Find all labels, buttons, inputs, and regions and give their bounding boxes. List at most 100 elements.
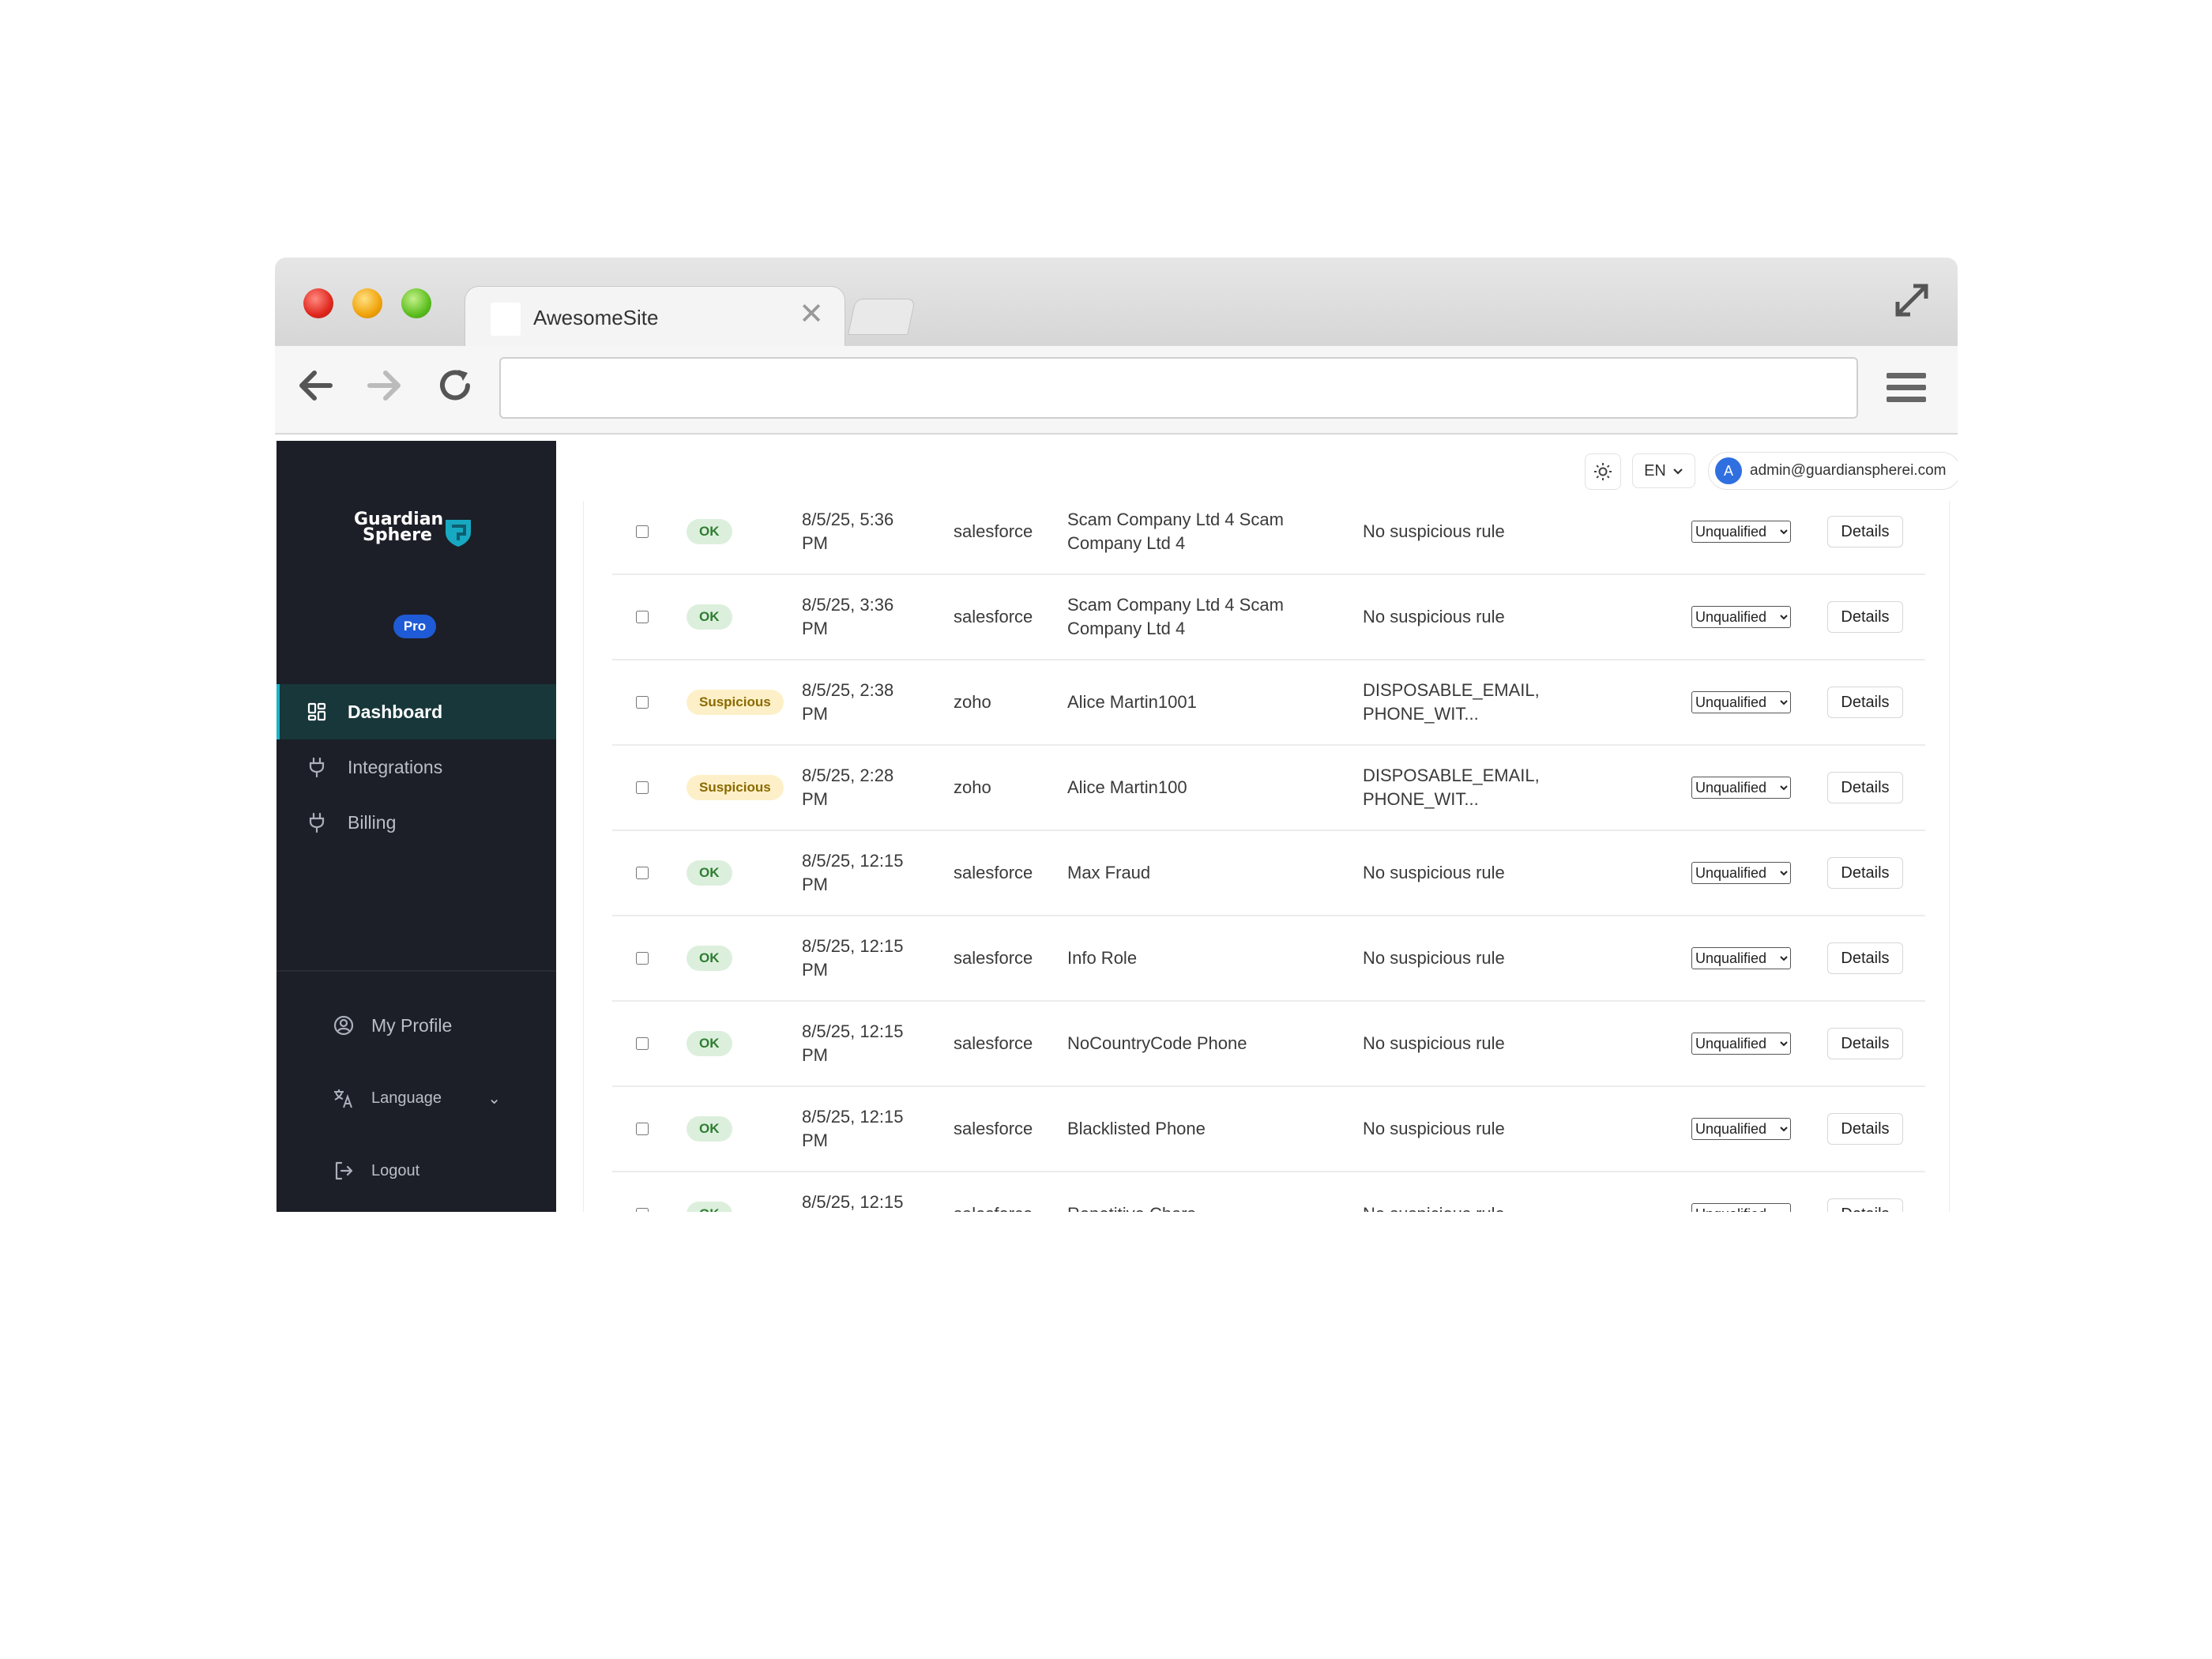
forward-arrow-icon[interactable]: [363, 365, 404, 413]
date-text: 8/5/25, 12:15: [802, 936, 904, 956]
close-tab-icon[interactable]: ✕: [799, 299, 824, 329]
user-email: admin@guardianspherei.com: [1750, 462, 1947, 479]
user-menu[interactable]: A admin@guardianspherei.com: [1708, 452, 1958, 490]
language-selector[interactable]: Language ⌄: [276, 1074, 556, 1122]
qualification-select[interactable]: Unqualified: [1691, 1118, 1791, 1140]
row-checkbox[interactable]: [636, 1123, 649, 1135]
plan-badge: Pro: [393, 615, 436, 638]
status-cell: Suspicious: [687, 660, 784, 744]
date-cell: 8/5/25, 12:15 PM: [802, 916, 928, 1000]
my-profile-link[interactable]: My Profile: [276, 1002, 556, 1049]
details-button[interactable]: Details: [1827, 857, 1903, 889]
date-cell: 8/5/25, 5:36 PM: [802, 501, 928, 574]
address-bar[interactable]: [499, 357, 1858, 419]
qualification-select[interactable]: Unqualified: [1691, 1203, 1791, 1212]
row-checkbox[interactable]: [636, 952, 649, 965]
details-button[interactable]: Details: [1827, 516, 1903, 547]
minimize-window-button[interactable]: [352, 288, 382, 318]
main-content[interactable]: OK 8/5/25, 5:36 PM salesforce Scam Company L…: [556, 501, 1958, 1212]
table-row[interactable]: OK 8/5/25, 3:36 PM salesforce Scam Company L…: [612, 575, 1925, 660]
logo-text: Guardian Sphere: [354, 510, 444, 545]
table-row[interactable]: Suspicious 8/5/25, 2:28 PM zoho Alice Martin…: [612, 746, 1925, 831]
table-row[interactable]: OK 8/5/25, 12:15PM salesforce Repetitive Ch…: [612, 1172, 1925, 1212]
table-row[interactable]: OK 8/5/25, 12:15 PM salesforce NoCountryCode…: [612, 1002, 1925, 1087]
status-badge: OK: [687, 1031, 732, 1056]
hamburger-menu-icon[interactable]: [1887, 373, 1926, 408]
source-cell: zoho: [954, 692, 991, 712]
action-cell: Details: [1827, 1002, 1903, 1085]
close-window-button[interactable]: [303, 288, 333, 318]
qualification-cell: Unqualified: [1691, 1172, 1791, 1212]
reason-cell: DISPOSABLE_EMAIL, PHONE_WIT...: [1363, 680, 1540, 724]
date-cell: 8/5/25, 2:28 PM: [802, 746, 928, 830]
details-button[interactable]: Details: [1827, 601, 1903, 633]
action-cell: Details: [1827, 660, 1903, 744]
table-row[interactable]: Suspicious 8/5/25, 2:38 PM zoho Alice Martin…: [612, 660, 1925, 746]
reason-cell: No suspicious rule: [1363, 607, 1505, 626]
app-viewport: Guardian Sphere Pro Dashboard Integratio…: [275, 441, 1958, 1212]
qualification-select[interactable]: Unqualified: [1691, 947, 1791, 969]
reason-cell: No suspicious rule: [1363, 1119, 1505, 1138]
fullscreen-icon[interactable]: [1893, 281, 1931, 325]
sidebar-item-label: Dashboard: [348, 701, 443, 722]
action-cell: Details: [1827, 575, 1903, 659]
qualification-select[interactable]: Unqualified: [1691, 777, 1791, 799]
table-row[interactable]: OK 8/5/25, 5:36 PM salesforce Scam Company L…: [612, 501, 1925, 575]
qualification-select[interactable]: Unqualified: [1691, 691, 1791, 713]
language-label: Language: [371, 1089, 442, 1107]
qualification-select[interactable]: Unqualified: [1691, 1033, 1791, 1055]
sidebar-item-billing[interactable]: Billing: [276, 795, 556, 850]
qualification-cell: Unqualified: [1691, 501, 1791, 574]
row-checkbox[interactable]: [636, 611, 649, 623]
details-button[interactable]: Details: [1827, 772, 1903, 803]
reason-cell: No suspicious rule: [1363, 863, 1505, 882]
qualification-select[interactable]: Unqualified: [1691, 862, 1791, 884]
row-checkbox[interactable]: [636, 525, 649, 538]
time-period-text: PM: [802, 704, 828, 724]
theme-toggle-button[interactable]: [1585, 453, 1621, 490]
user-circle-icon: [332, 1015, 356, 1036]
qualification-select[interactable]: Unqualified: [1691, 606, 1791, 628]
sidebar-item-integrations[interactable]: Integrations: [276, 739, 556, 795]
table-row[interactable]: OK 8/5/25, 12:15 PM salesforce Blacklisted P…: [612, 1087, 1925, 1172]
row-checkbox[interactable]: [636, 867, 649, 879]
date-text: 8/5/25, 2:38: [802, 680, 894, 700]
status-badge: OK: [687, 1116, 732, 1142]
action-cell: Details: [1827, 501, 1903, 574]
lead-name-cell: Scam Company Ltd 4 Scam Company Ltd 4: [1067, 510, 1284, 553]
date-text: 8/5/25, 2:28: [802, 766, 894, 785]
new-tab-button[interactable]: [848, 299, 916, 335]
details-button[interactable]: Details: [1827, 1028, 1903, 1059]
status-cell: OK: [687, 575, 732, 659]
sidebar-item-dashboard[interactable]: Dashboard: [276, 684, 556, 739]
details-button[interactable]: Details: [1827, 1198, 1903, 1212]
zoom-window-button[interactable]: [401, 288, 431, 318]
browser-tab[interactable]: AwesomeSite ✕: [465, 286, 845, 347]
leads-table: OK 8/5/25, 5:36 PM salesforce Scam Company L…: [612, 501, 1925, 1212]
table-row[interactable]: OK 8/5/25, 12:15 PM salesforce Max Fraud No s…: [612, 831, 1925, 916]
time-period-text: PM: [802, 1045, 828, 1065]
action-cell: Details: [1827, 1087, 1903, 1171]
lead-name-cell: Alice Martin1001: [1067, 692, 1197, 712]
table-row[interactable]: OK 8/5/25, 12:15 PM salesforce Info Role No s…: [612, 916, 1925, 1002]
reason-cell: No suspicious rule: [1363, 1033, 1505, 1053]
browser-window: AwesomeSite ✕ Guardian Sphere Pro Dashbo…: [275, 258, 1958, 1212]
details-button[interactable]: Details: [1827, 942, 1903, 974]
row-checkbox[interactable]: [636, 696, 649, 709]
qualification-select[interactable]: Unqualified: [1691, 521, 1791, 543]
reload-icon[interactable]: [434, 365, 476, 413]
row-checkbox[interactable]: [636, 781, 649, 794]
row-checkbox[interactable]: [636, 1037, 649, 1050]
row-checkbox[interactable]: [636, 1208, 649, 1212]
qualification-cell: Unqualified: [1691, 660, 1791, 744]
back-arrow-icon[interactable]: [295, 365, 337, 413]
status-badge: Suspicious: [687, 690, 784, 715]
row-checkbox-cell: [636, 1002, 649, 1085]
details-button[interactable]: Details: [1827, 687, 1903, 718]
dashboard-grid-icon: [305, 702, 329, 721]
language-dropdown[interactable]: EN: [1632, 453, 1695, 488]
details-button[interactable]: Details: [1827, 1113, 1903, 1145]
logout-link[interactable]: Logout: [276, 1147, 556, 1194]
date-cell: 8/5/25, 3:36 PM: [802, 575, 928, 659]
guardian-sphere-logo[interactable]: Guardian Sphere: [354, 510, 480, 555]
